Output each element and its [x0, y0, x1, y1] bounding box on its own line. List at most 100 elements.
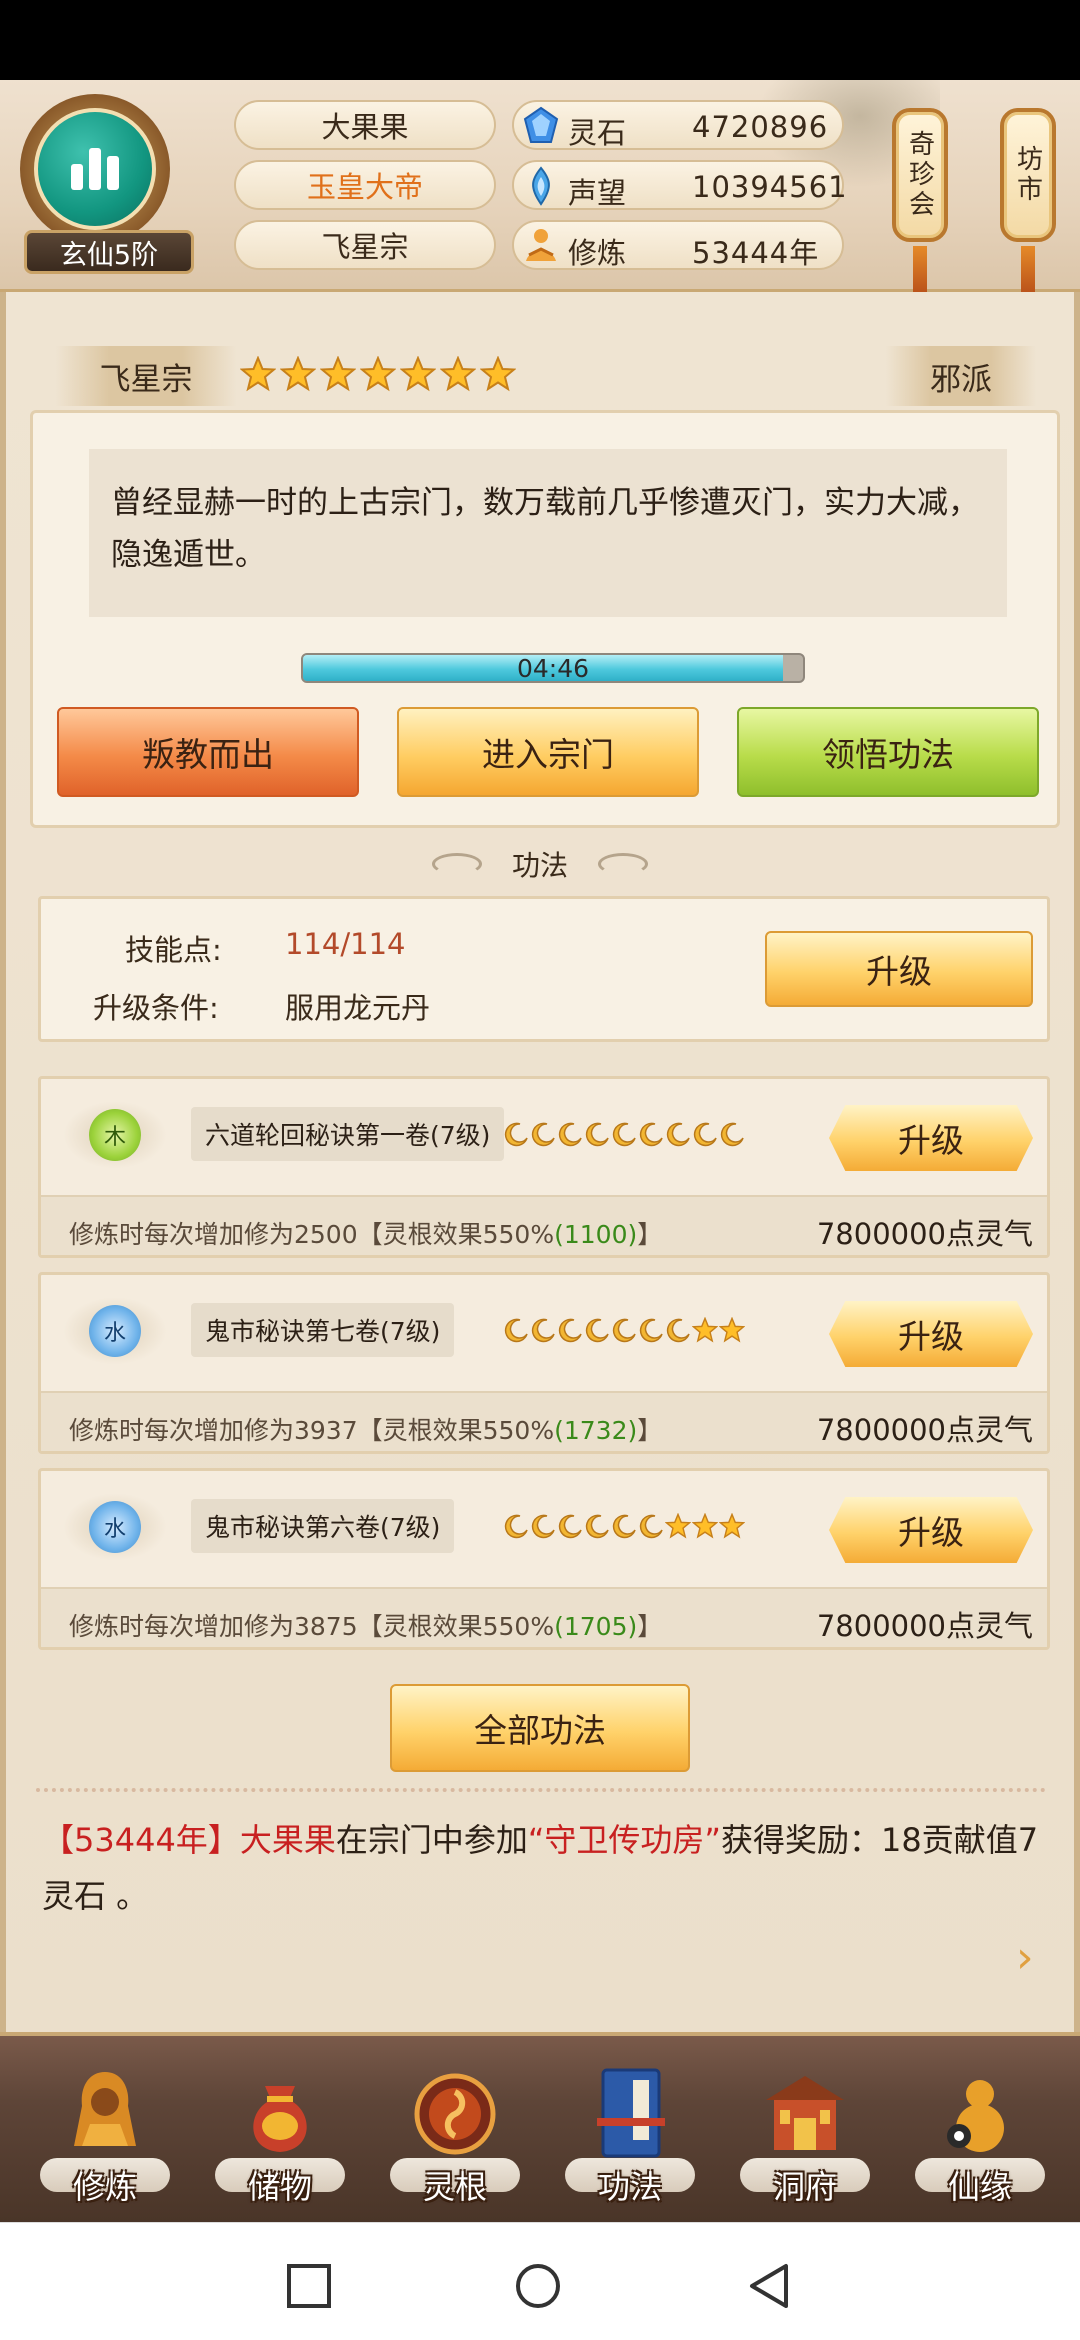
upgrade-skill-points-button[interactable]: 升级 [765, 931, 1033, 1007]
spirit-root-icon [414, 2073, 496, 2155]
technique-info-row: 修炼时每次增加修为3937【灵根效果550%(1732)】 7800000点灵气 [41, 1391, 1047, 1451]
sect-name: 飞星宗 [56, 346, 236, 406]
technique-cost: 7800000点灵气 [816, 1413, 1033, 1447]
bottom-nav: 修炼 储物 灵根 功法 洞府 仙缘 [0, 2032, 1080, 2222]
recent-apps-icon[interactable] [286, 2263, 332, 2309]
moon-icon [531, 1122, 555, 1147]
skill-points-panel: 技能点: 114/114 升级条件: 服用龙元丹 升级 [38, 896, 1050, 1042]
nav-cave-dwelling[interactable]: 洞府 [740, 2066, 870, 2216]
technique-level-moons [503, 1513, 745, 1539]
sect-description-panel: 曾经显赫一时的上古宗门，数万载前几乎惨遭灭门，实力大减，隐逸遁世。 04:46 … [30, 410, 1060, 828]
leave-sect-button[interactable]: 叛教而出 [57, 707, 359, 797]
nav-label: 仙缘 [947, 2168, 1012, 2206]
upgrade-technique-button[interactable]: 升级 [829, 1105, 1033, 1171]
star-icon [400, 356, 436, 392]
star-icon [692, 1317, 718, 1343]
star-icon [480, 356, 516, 392]
cultivation-label: 修炼 [568, 236, 627, 270]
prestige-icon [532, 166, 550, 206]
technique-card: 木 六道轮回秘诀第一卷(7级) 升级 修炼时每次增加修为2500【灵根效果550… [38, 1076, 1050, 1258]
log-time: 【53444年】 [42, 1821, 240, 1859]
nav-storage[interactable]: 储物 [215, 2066, 345, 2216]
technique-info-row: 修炼时每次增加修为2500【灵根效果550%(1100)】 7800000点灵气 [41, 1195, 1047, 1255]
moon-icon [504, 1514, 528, 1539]
star-icon [692, 1513, 718, 1539]
moon-icon [531, 1318, 555, 1343]
technique-description: 修炼时每次增加修为2500【灵根效果550%(1100)】 [69, 1220, 663, 1249]
star-icon [240, 356, 276, 392]
event-log: 【53444年】大果果在宗门中参加“守卫传功房”获得奖励：18贡献值7灵石 。 [42, 1812, 1052, 1924]
cultivation-value: 53444年 [692, 236, 820, 270]
cultivation-icon [526, 229, 556, 261]
star-icon [719, 1513, 745, 1539]
moon-icon [585, 1122, 609, 1147]
moon-icon [666, 1122, 690, 1147]
timer-text: 04:46 [516, 653, 590, 683]
log-divider [36, 1788, 1046, 1804]
prestige-value: 10394561 [692, 170, 848, 204]
moon-icon [585, 1318, 609, 1343]
expand-log-icon[interactable]: › [1016, 1932, 1056, 1983]
cultivation-counter: 修炼 53444年 [512, 220, 844, 270]
decorative-curl-icon [598, 853, 648, 875]
player-sect: 飞星宗 [234, 220, 496, 270]
back-icon[interactable] [746, 2263, 792, 2309]
decorative-curl-icon [431, 853, 482, 875]
technique-name: 六道轮回秘诀第一卷(7级) [191, 1107, 505, 1161]
moon-icon [558, 1318, 582, 1343]
nav-label: 洞府 [772, 2168, 837, 2206]
header: 玄仙5阶 大果果 玉皇大帝 飞星宗 灵石 4720896 声望 10394561… [0, 80, 1080, 300]
spirit-stone-icon [523, 106, 559, 143]
moon-icon [720, 1122, 744, 1147]
moon-icon [666, 1318, 690, 1343]
spirit-stone-counter: 灵石 4720896 [512, 100, 844, 150]
technique-description: 修炼时每次增加修为3875【灵根效果550%(1705)】 [69, 1612, 663, 1641]
moon-icon [639, 1122, 663, 1147]
nav-cultivate[interactable]: 修炼 [40, 2066, 170, 2216]
sect-timer-bar: 04:46 [301, 653, 805, 683]
avatar-button[interactable] [34, 108, 156, 230]
all-techniques-button[interactable]: 全部功法 [390, 1684, 690, 1772]
sect-description: 曾经显赫一时的上古宗门，数万载前几乎惨遭灭门，实力大减，隐逸遁世。 [89, 449, 1007, 617]
star-icon [360, 356, 396, 392]
meditating-monk-icon [74, 2072, 136, 2146]
wood-element-icon: 木 [89, 1109, 141, 1161]
moon-icon [531, 1514, 555, 1539]
moon-icon [504, 1318, 528, 1343]
home-icon[interactable] [515, 2263, 561, 2309]
nav-techniques[interactable]: 功法 [565, 2066, 695, 2216]
moon-icon [693, 1122, 717, 1147]
player-title[interactable]: 玉皇大帝 [234, 160, 496, 210]
system-nav-bar [0, 2222, 1080, 2340]
sect-page: 飞星宗 邪派 曾经显赫一时的上古宗门，数万载前几乎惨遭灭门，实力大减，隐逸遁世。… [0, 292, 1080, 2032]
rank-badge: 玄仙5阶 [24, 230, 194, 274]
treasure-bag-icon [253, 2086, 307, 2152]
technique-name: 鬼市秘诀第七卷(7级) [191, 1303, 455, 1357]
log-player[interactable]: 大果果 [240, 1821, 336, 1859]
sect-header: 飞星宗 邪派 [36, 346, 1056, 410]
nav-spirit-root[interactable]: 灵根 [390, 2066, 520, 2216]
prestige-label: 声望 [568, 176, 627, 210]
nav-label: 修炼 [72, 2168, 137, 2206]
spirit-stone-label: 灵石 [568, 116, 627, 150]
technique-card: 水 鬼市秘诀第七卷(7级) 升级 修炼时每次增加修为3937【灵根效果550%(… [38, 1272, 1050, 1454]
enter-sect-button[interactable]: 进入宗门 [397, 707, 699, 797]
upgrade-technique-button[interactable]: 升级 [829, 1301, 1033, 1367]
nav-immortal-fate[interactable]: 仙缘 [915, 2066, 1045, 2216]
star-icon [440, 356, 476, 392]
comprehend-technique-button[interactable]: 领悟功法 [737, 707, 1039, 797]
technique-name: 鬼市秘诀第六卷(7级) [191, 1499, 455, 1553]
moon-icon [585, 1514, 609, 1539]
upgrade-technique-button[interactable]: 升级 [829, 1497, 1033, 1563]
skill-points-value: 114/114 [285, 927, 406, 961]
nav-label: 储物 [247, 2168, 312, 2206]
technique-description: 修炼时每次增加修为3937【灵根效果550%(1732)】 [69, 1416, 663, 1445]
spirit-stone-value: 4720896 [692, 110, 829, 144]
treasure-fair-button[interactable]: 奇珍会 [892, 108, 948, 242]
skill-points-label: 技能点: [125, 933, 222, 967]
market-button[interactable]: 坊市 [1000, 108, 1056, 242]
technique-cost: 7800000点灵气 [816, 1609, 1033, 1643]
upgrade-condition-label: 升级条件: [93, 991, 219, 1025]
water-element-icon: 水 [89, 1305, 141, 1357]
star-icon [719, 1317, 745, 1343]
